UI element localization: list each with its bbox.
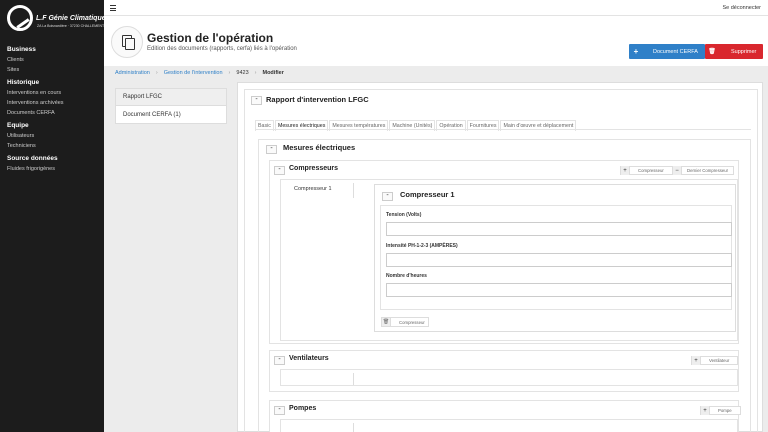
topbar: Se déconnecter	[104, 0, 768, 16]
nav-section-source-donnees: Source données Fluides frigorigènes	[0, 155, 104, 172]
sidebar: L.F Génie Climatique ZA La Boisnardière …	[0, 0, 106, 432]
compresseur-fields: Tension (Volts) Intensité PH-1-2-3 (AMPÈ…	[380, 205, 732, 310]
ventilateurs-block: - Ventilateurs + Ventilateur	[269, 350, 739, 392]
chevron-right-icon: ›	[254, 70, 257, 76]
pompes-block: - Pompes + Pompe	[269, 400, 741, 432]
report-title: Rapport d'intervention LFGC	[266, 95, 369, 104]
sidebar-item-interventions-en-cours[interactable]: Interventions en cours	[7, 90, 104, 96]
nav-section-historique: Historique Interventions en cours Interv…	[0, 79, 104, 116]
sidebar-item-fluides[interactable]: Fluides frigorigènes	[7, 166, 104, 172]
card-title: Compresseur 1	[400, 190, 455, 199]
breadcrumb: Administration › Gestion de l'interventi…	[115, 70, 284, 76]
page-header: Gestion de l'opération Edition des docum…	[104, 16, 768, 66]
mesures-electriques-section: - Mesures électriques - Compresseurs + C…	[258, 139, 751, 432]
sidebar-item-clients[interactable]: Clients	[7, 57, 104, 63]
breadcrumb-administration[interactable]: Administration	[115, 70, 150, 76]
add-pompe-button[interactable]: + Pompe	[700, 406, 741, 415]
compresseurs-body: Compresseur 1 - Compresseur 1 Tension (V…	[280, 179, 738, 341]
sidebar-item-interventions-archivees[interactable]: Interventions archivées	[7, 100, 104, 106]
doc-item-document-cerfa[interactable]: Document CERFA (1)	[116, 106, 226, 123]
chevron-right-icon: ›	[155, 70, 158, 76]
document-list: Rapport LFGC Document CERFA (1)	[115, 88, 227, 124]
list-item[interactable]: Compresseur 1	[294, 186, 332, 192]
nav-heading: Historique	[7, 79, 40, 86]
page-subtitle: Edition des documents (rapports, cerfa) …	[147, 46, 297, 52]
document-cerfa-button[interactable]: + Document CERFA	[629, 44, 705, 59]
sidebar-item-sites[interactable]: Sites	[7, 67, 104, 73]
nav-heading: Equipe	[7, 122, 29, 129]
documents-icon	[111, 26, 143, 58]
add-ventilateur-button[interactable]: + Ventilateur	[691, 356, 739, 365]
sidebar-item-documents-cerfa[interactable]: Documents CERFA	[7, 110, 104, 116]
collapse-toggle[interactable]: -	[274, 406, 285, 415]
report-panel: - Rapport d'intervention LFGC Basic Mesu…	[237, 82, 763, 432]
nav-heading: Source données	[7, 155, 58, 162]
nav-heading: Business	[7, 46, 36, 53]
nombre-heures-input[interactable]	[386, 283, 732, 297]
chevron-right-icon: ›	[228, 70, 231, 76]
sidebar-item-utilisateurs[interactable]: Utilisateurs	[7, 133, 104, 139]
field-label: Intensité PH-1-2-3 (AMPÈRES)	[386, 243, 458, 249]
breadcrumb-id: 9423	[236, 70, 249, 76]
breadcrumb-gestion-intervention[interactable]: Gestion de l'intervention	[164, 70, 223, 76]
block-title: Pompes	[289, 405, 317, 412]
collapse-toggle[interactable]: -	[274, 166, 285, 175]
collapse-toggle[interactable]: -	[266, 145, 277, 154]
intensite-input[interactable]	[386, 253, 732, 267]
report-card: - Rapport d'intervention LFGC Basic Mesu…	[244, 89, 758, 432]
page-title: Gestion de l'opération	[147, 31, 274, 45]
logo-icon	[7, 5, 33, 31]
breadcrumb-current: Modifier	[262, 70, 284, 76]
logo-title: L.F Génie Climatique	[36, 15, 106, 22]
field-label: Tension (Volts)	[386, 212, 422, 218]
minus-icon: −	[673, 166, 682, 175]
collapse-toggle[interactable]: -	[251, 96, 262, 105]
block-title: Compresseurs	[289, 165, 339, 172]
collapse-toggle[interactable]: -	[274, 356, 285, 365]
delete-compresseur-button[interactable]: 🗑 Compresseur	[381, 317, 429, 327]
collapse-toggle[interactable]: -	[382, 192, 393, 201]
block-title: Ventilateurs	[289, 355, 329, 362]
plus-icon: +	[701, 406, 710, 415]
add-compresseur-button[interactable]: + Compresseur	[620, 166, 673, 175]
nav-section-business: Business Clients Sites	[0, 46, 104, 73]
logo[interactable]: L.F Génie Climatique ZA La Boisnardière …	[0, 0, 106, 36]
ventilateurs-body	[280, 369, 738, 386]
plus-icon: +	[633, 47, 639, 56]
doc-item-rapport-lfgc[interactable]: Rapport LFGC	[116, 89, 226, 106]
compresseurs-block: - Compresseurs + Compresseur − Dernier C…	[269, 160, 739, 344]
sidebar-item-techniciens[interactable]: Techniciens	[7, 143, 104, 149]
section-title: Mesures électriques	[283, 143, 356, 152]
menu-icon[interactable]	[110, 5, 116, 13]
plus-icon: +	[621, 166, 630, 175]
nav-section-equipe: Equipe Utilisateurs Techniciens	[0, 122, 104, 149]
remove-last-compresseur-button[interactable]: − Dernier Compresseur	[672, 166, 735, 175]
logo-subtitle: ZA La Boisnardière · 37230 CHALLEMENT	[37, 24, 105, 28]
pompes-body	[280, 419, 738, 432]
tension-input[interactable]	[386, 222, 732, 236]
logout-link[interactable]: Se déconnecter	[722, 5, 761, 11]
delete-button[interactable]: 🗑 Supprimer	[705, 44, 763, 59]
trash-icon: 🗑	[382, 318, 391, 326]
trash-icon: 🗑	[708, 49, 716, 55]
field-label: Nombre d'heures	[386, 273, 427, 279]
compresseur-1-card: - Compresseur 1 Tension (Volts) Intensit…	[374, 184, 736, 332]
plus-icon: +	[692, 356, 701, 365]
